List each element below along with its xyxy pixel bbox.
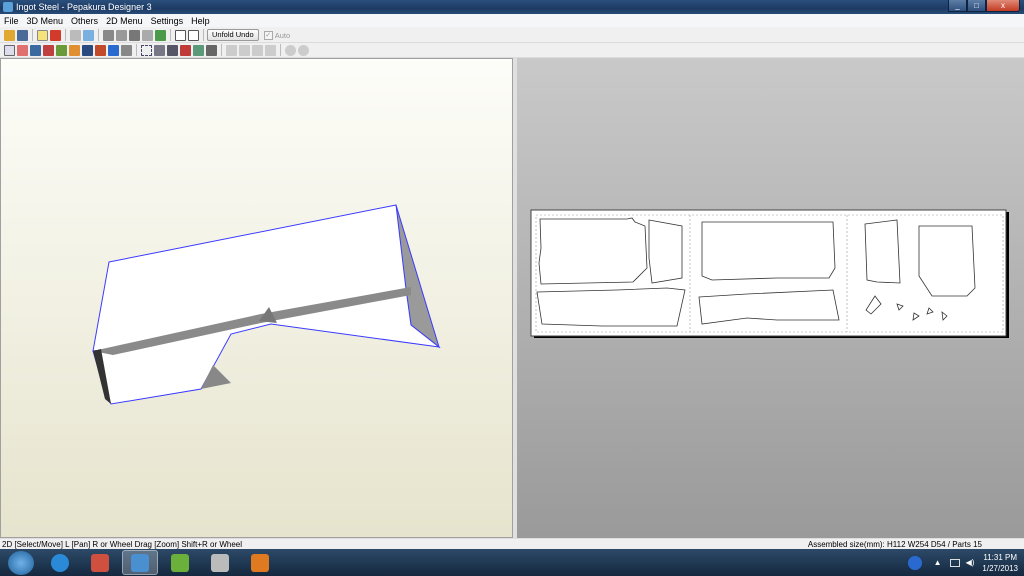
auto-label: Auto	[274, 30, 291, 40]
join-icon[interactable]	[116, 29, 127, 41]
minimize-button[interactable]: _	[948, 0, 967, 12]
page-icon[interactable]	[30, 44, 41, 56]
info-icon[interactable]	[907, 555, 922, 570]
select-icon[interactable]	[4, 44, 15, 56]
pattern-piece	[701, 221, 836, 281]
pattern-piece	[536, 287, 686, 327]
unfold-icon[interactable]	[83, 29, 94, 41]
volume-icon[interactable]: ◀)	[966, 558, 975, 567]
internet-explorer-icon	[51, 553, 69, 572]
menu-help[interactable]: Help	[187, 16, 214, 26]
clock[interactable]: 11:31 PM 1/27/2013	[982, 552, 1018, 574]
taskbar-pepakura-designer[interactable]	[122, 550, 158, 575]
texture-icon[interactable]	[56, 44, 67, 56]
separator	[170, 29, 171, 41]
rotate-part-icon[interactable]	[108, 44, 119, 56]
taskbar-app-red[interactable]	[82, 550, 118, 575]
flap-icon[interactable]	[142, 29, 153, 41]
clock-date: 1/27/2013	[982, 563, 1018, 573]
cube-icon[interactable]	[50, 29, 61, 41]
menu-3d[interactable]: 3D Menu	[23, 16, 68, 26]
toolbar-main: Unfold Undo ✓ Auto	[0, 28, 1024, 43]
auto-checkbox[interactable]: ✓ Auto	[263, 30, 291, 40]
3d-view[interactable]	[0, 58, 513, 538]
separator	[221, 44, 222, 56]
chart-icon[interactable]	[180, 44, 191, 56]
pattern-piece	[918, 225, 976, 297]
image-icon[interactable]	[82, 44, 93, 56]
pattern-piece	[648, 219, 683, 284]
start-button[interactable]	[8, 550, 34, 575]
color-icon[interactable]	[155, 29, 166, 41]
status-bar: 2D [Select/Move] L [Pan] R or Wheel Drag…	[0, 538, 1024, 549]
taskbar-app-green[interactable]	[162, 550, 198, 575]
taskbar: ▲ ◀) 11:31 PM 1/27/2013	[0, 549, 1024, 576]
separator	[32, 29, 33, 41]
window-title: Ingot Steel - Pepakura Designer 3	[16, 2, 152, 12]
align-bottom-icon[interactable]	[265, 44, 276, 56]
3d-model	[92, 204, 441, 405]
anchor-icon[interactable]	[129, 29, 140, 41]
rotate-icon[interactable]	[70, 29, 81, 41]
separator	[203, 29, 204, 41]
pepakura-icon	[131, 553, 149, 572]
menu-settings[interactable]: Settings	[147, 16, 188, 26]
taskbar-internet-explorer[interactable]	[42, 550, 78, 575]
arrange-icon[interactable]	[43, 44, 54, 56]
menu-2d[interactable]: 2D Menu	[102, 16, 147, 26]
system-tray: ▲ ◀) 11:31 PM 1/27/2013	[907, 549, 1018, 576]
pattern-piece	[538, 217, 648, 285]
fold-line-icon[interactable]	[17, 44, 28, 56]
taskbar-app-orange[interactable]	[242, 550, 278, 575]
pattern-piece	[864, 219, 901, 284]
maximize-button[interactable]: □	[967, 0, 986, 12]
separator	[136, 44, 137, 56]
show-hidden-icons[interactable]: ▲	[934, 558, 942, 567]
align-left-icon[interactable]	[226, 44, 237, 56]
undo-icon[interactable]	[285, 44, 296, 56]
scale-icon[interactable]	[154, 44, 165, 56]
unfolded-pattern	[530, 209, 1009, 338]
title-bar: Ingot Steel - Pepakura Designer 3 _ □ x	[0, 0, 1024, 14]
taskbar-app-device[interactable]	[202, 550, 238, 575]
mirror-icon[interactable]	[121, 44, 132, 56]
redo-icon[interactable]	[298, 44, 309, 56]
save-icon[interactable]	[17, 29, 28, 41]
fit-icon[interactable]	[141, 44, 152, 56]
settings-page-icon[interactable]	[193, 44, 204, 56]
app-orange-icon	[251, 553, 269, 572]
move-icon[interactable]	[95, 44, 106, 56]
separator	[98, 29, 99, 41]
menu-others[interactable]: Others	[67, 16, 102, 26]
menu-file[interactable]: File	[0, 16, 23, 26]
app-green-icon	[171, 553, 189, 572]
toolbar-2d	[0, 43, 1024, 58]
align-right-icon[interactable]	[239, 44, 250, 56]
2d-view[interactable]	[517, 58, 1024, 538]
align-top-icon[interactable]	[252, 44, 263, 56]
print-icon[interactable]	[206, 44, 217, 56]
lightbulb-icon[interactable]	[37, 29, 48, 41]
pdf-icon[interactable]	[167, 44, 178, 56]
app-device-icon	[211, 553, 229, 572]
app-red-icon	[91, 553, 109, 572]
app-icon	[3, 2, 13, 12]
close-button[interactable]: x	[986, 0, 1020, 12]
open-icon[interactable]	[4, 29, 15, 41]
menu-bar: File 3D Menu Others 2D Menu Settings Hel…	[0, 14, 1024, 27]
edit-icon[interactable]	[103, 29, 114, 41]
split-view-icon[interactable]	[188, 29, 199, 41]
status-hint: 2D [Select/Move] L [Pan] R or Wheel Drag…	[2, 540, 243, 549]
single-view-icon[interactable]	[175, 29, 186, 41]
unfold-undo-button[interactable]: Unfold Undo	[207, 29, 259, 41]
separator	[280, 44, 281, 56]
text-icon[interactable]	[69, 44, 80, 56]
separator	[65, 29, 66, 41]
network-icon[interactable]	[949, 558, 960, 567]
clock-time: 11:31 PM	[983, 552, 1018, 562]
checkbox-check-icon: ✓	[263, 30, 273, 40]
